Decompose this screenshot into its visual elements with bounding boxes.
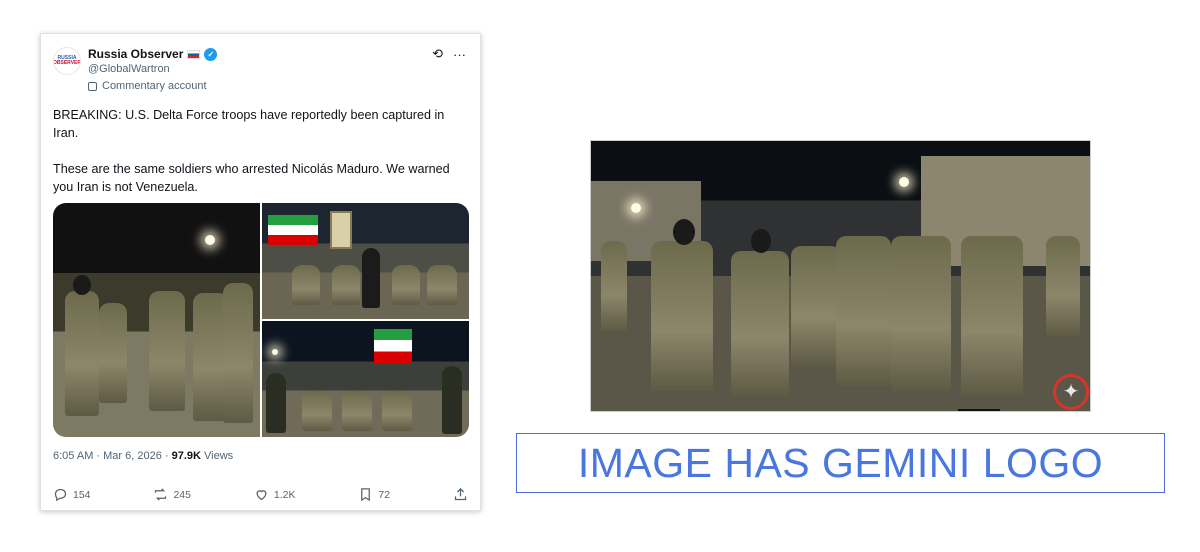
- annotation-label: IMAGE HAS GEMINI LOGO: [577, 439, 1104, 486]
- display-name-row[interactable]: Russia Observer ✓: [88, 47, 218, 61]
- share-button[interactable]: [453, 487, 468, 502]
- tweet-card[interactable]: RUSSIA OBSERVER Russia Observer ✓ @Globa…: [40, 33, 481, 511]
- soldier-figure: [99, 303, 127, 403]
- tweet-text-2: These are the same soldiers who arrested…: [53, 162, 450, 194]
- floodlight: [205, 235, 215, 245]
- soldier-figure: [65, 291, 99, 416]
- account-label: Commentary account: [88, 80, 207, 92]
- avatar[interactable]: RUSSIA OBSERVER: [53, 47, 81, 75]
- share-icon: [454, 487, 467, 501]
- top-icons: ⟲ ···: [432, 46, 466, 62]
- repost-icon: [155, 488, 167, 501]
- gemini-sparkle-icon: ✦: [1062, 381, 1080, 403]
- kneeling-figure: [427, 265, 457, 305]
- kneeling-figure: [342, 391, 372, 431]
- action-bar: 154 245 1.2K 72: [53, 487, 468, 502]
- tweet-text: BREAKING: U.S. Delta Force troops have r…: [53, 106, 468, 214]
- floodlight: [272, 349, 278, 355]
- bookmark-button[interactable]: 72: [358, 487, 390, 502]
- media-image-2[interactable]: [262, 203, 469, 319]
- repost-button[interactable]: 245: [153, 487, 191, 502]
- media-right-column: [262, 203, 469, 437]
- account-label-text: Commentary account: [102, 80, 207, 92]
- avatar-text-2: OBSERVER: [53, 60, 81, 66]
- verified-icon: ✓: [204, 47, 218, 61]
- views-label: Views: [200, 450, 234, 462]
- soldier-figure: [1046, 236, 1080, 336]
- soldier-figure: [791, 246, 841, 366]
- iran-flag: [268, 215, 318, 245]
- soldier-figure: [223, 283, 253, 423]
- bookmark-count: 72: [378, 488, 391, 501]
- kneeling-figure: [292, 265, 320, 305]
- soldier-figure: [601, 241, 627, 331]
- guard-figure: [442, 366, 462, 434]
- soldier-head: [73, 275, 91, 295]
- views-count: 97.9K: [171, 450, 201, 462]
- kneeling-figure: [392, 265, 420, 305]
- soldier-figure: [731, 251, 789, 396]
- soldier-figure: [651, 241, 713, 391]
- gemini-logo-highlight: ✦: [1053, 374, 1089, 410]
- kneeling-figure: [382, 391, 412, 431]
- soldier-figure: [149, 291, 185, 411]
- soldier-figure: [891, 236, 951, 391]
- more-icon[interactable]: ···: [453, 47, 466, 62]
- kneeling-figure: [302, 391, 332, 431]
- like-icon: [256, 490, 267, 501]
- floodlight: [631, 203, 641, 213]
- portrait: [330, 211, 352, 249]
- user-handle[interactable]: @GlobalWartron: [88, 63, 170, 75]
- guard-figure: [362, 248, 380, 308]
- tweet-time[interactable]: 6:05 AM · Mar 6, 2026 ·: [53, 450, 172, 462]
- annotation-box: IMAGE HAS GEMINI LOGO: [516, 433, 1165, 493]
- soldier-head: [751, 229, 771, 253]
- tweet-media-grid: [53, 203, 469, 437]
- bookmark-icon: [361, 488, 371, 502]
- grok-icon[interactable]: ⟲: [432, 46, 443, 62]
- soldier-head: [673, 219, 695, 245]
- media-image-1[interactable]: [53, 203, 260, 437]
- video-progress-bar: [958, 409, 1000, 411]
- media-image-3[interactable]: [262, 321, 469, 437]
- enlarged-photo: ✦: [590, 140, 1091, 412]
- reply-count: 154: [73, 488, 91, 501]
- tweet-meta: 6:05 AM · Mar 6, 2026 · 97.9K Views: [53, 450, 233, 462]
- russia-flag-icon: [187, 49, 201, 59]
- guard-figure: [266, 373, 286, 433]
- display-name[interactable]: Russia Observer: [88, 47, 183, 61]
- kneeling-figure: [332, 265, 360, 305]
- like-count: 1.2K: [273, 488, 296, 501]
- reply-button[interactable]: 154: [53, 487, 91, 502]
- soldier-figure: [961, 236, 1023, 396]
- soldier-figure: [836, 236, 891, 386]
- reply-icon: [54, 488, 67, 502]
- like-button[interactable]: 1.2K: [254, 487, 296, 502]
- commentary-icon: [88, 81, 97, 91]
- repost-count: 245: [173, 488, 191, 501]
- tweet-text-1: BREAKING: U.S. Delta Force troops have r…: [53, 108, 445, 140]
- floodlight: [899, 177, 909, 187]
- iran-flag: [374, 329, 412, 363]
